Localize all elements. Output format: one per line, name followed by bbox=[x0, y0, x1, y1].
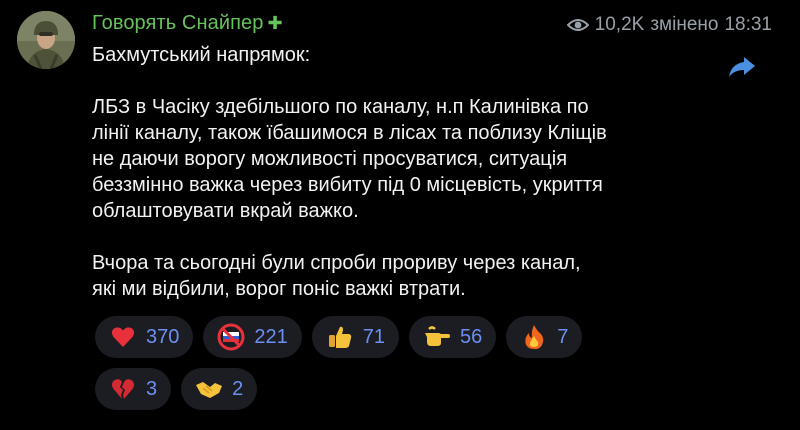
post-line: Бахмутський напрямок: bbox=[92, 44, 311, 66]
soldier-avatar-image bbox=[17, 11, 75, 69]
reaction-count: 7 bbox=[557, 325, 569, 348]
reaction-count: 56 bbox=[460, 325, 483, 348]
reaction-thumbs-up[interactable]: 71 bbox=[311, 316, 399, 358]
reaction-fire[interactable]: 7 bbox=[506, 316, 583, 358]
reaction-count: 3 bbox=[146, 377, 158, 400]
channel-post: Говорять Снайпер ✚ 10,2K змінено 18:31 Ба… bbox=[92, 8, 782, 300]
handshake-icon bbox=[195, 375, 223, 403]
post-text: Бахмутський напрямок: ЛБЗ в Часіку здебі… bbox=[92, 42, 752, 302]
views-eye-icon bbox=[566, 17, 590, 33]
reaction-heart[interactable]: 370 bbox=[95, 316, 194, 358]
post-line: не даючи ворогу можливості просуватися, … bbox=[92, 148, 568, 170]
channel-name-text: Говорять Снайпер bbox=[92, 12, 264, 34]
no-flag-icon bbox=[217, 323, 245, 351]
share-arrow-icon bbox=[729, 57, 755, 77]
edited-label: змінено bbox=[650, 14, 719, 35]
reaction-handshake[interactable]: 2 bbox=[181, 368, 258, 410]
post-line: лінії каналу, також їбашимося в лісах та… bbox=[92, 122, 607, 144]
reaction-broken-heart[interactable]: 3 bbox=[95, 368, 172, 410]
post-line-blank bbox=[92, 68, 752, 94]
reaction-no-flag[interactable]: 221 bbox=[203, 316, 302, 358]
post-time: 18:31 bbox=[724, 14, 772, 35]
reaction-pointing[interactable]: 56 bbox=[409, 316, 497, 358]
thumbs-up-icon bbox=[326, 323, 354, 351]
reactions-bar: 370 221 71 56 7 3 2 bbox=[95, 316, 615, 420]
reactions-row: 3 2 bbox=[95, 368, 615, 410]
post-line: ЛБЗ в Часіку здебільшого по каналу, н.п … bbox=[92, 96, 589, 118]
views-count: 10,2K bbox=[594, 14, 645, 35]
fire-icon bbox=[520, 323, 548, 351]
reaction-count: 2 bbox=[232, 377, 244, 400]
reaction-count: 221 bbox=[254, 325, 288, 348]
reaction-count: 71 bbox=[362, 325, 385, 348]
broken-heart-icon bbox=[109, 375, 137, 403]
channel-name[interactable]: Говорять Снайпер ✚ bbox=[92, 12, 283, 35]
pointing-hand-icon bbox=[423, 323, 451, 351]
share-button[interactable] bbox=[722, 50, 762, 84]
post-line: які ми відбили, ворог поніс важкі втрати… bbox=[92, 278, 466, 300]
post-meta: 10,2K змінено 18:31 bbox=[566, 14, 772, 36]
post-line: Вчора та сьогодні були спроби прориву че… bbox=[92, 252, 581, 274]
post-line-blank bbox=[92, 224, 752, 250]
plus-badge-icon: ✚ bbox=[267, 13, 283, 33]
post-line: облаштовувати вкрай важко. bbox=[92, 200, 359, 222]
reaction-count: 370 bbox=[146, 325, 180, 348]
post-header: Говорять Снайпер ✚ 10,2K змінено 18:31 bbox=[92, 8, 782, 42]
reactions-row: 370 221 71 56 7 bbox=[95, 316, 615, 358]
post-line: беззмінно важка через вибиту під 0 місце… bbox=[92, 174, 603, 196]
channel-avatar[interactable] bbox=[17, 11, 75, 69]
red-heart-icon bbox=[109, 323, 137, 351]
